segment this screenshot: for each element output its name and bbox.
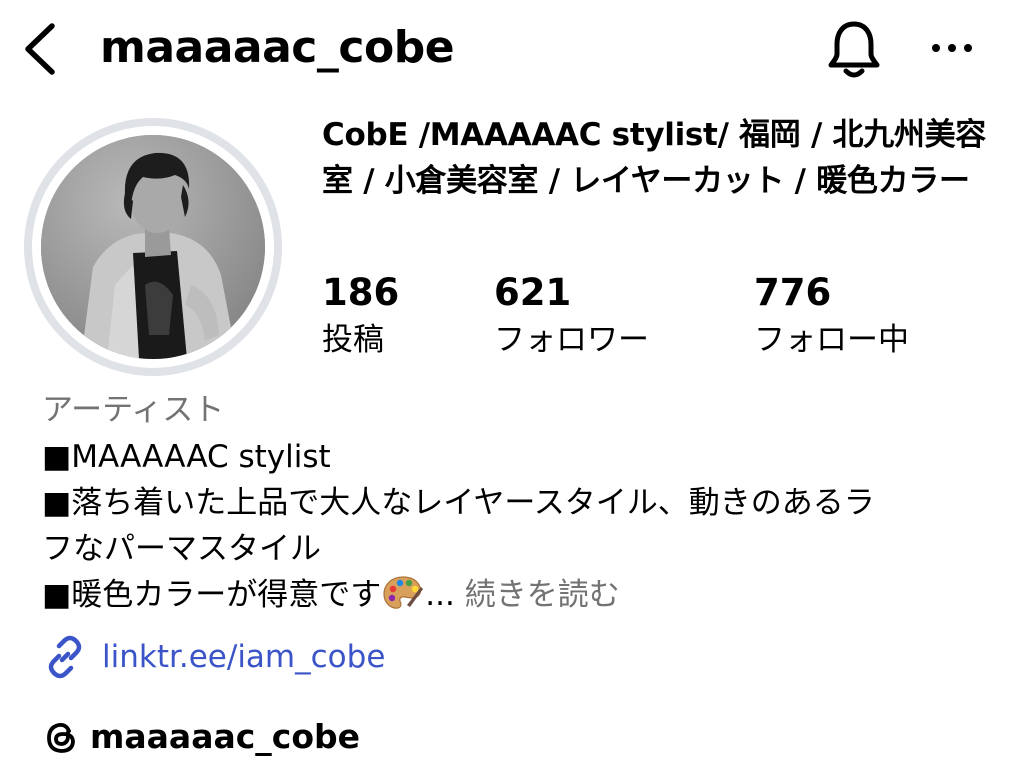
followers-stat[interactable]: 621 フォロワー (494, 270, 649, 362)
profile-photo (41, 135, 265, 359)
bio-line: ■MAAAAAC stylist (42, 439, 331, 475)
notifications-button[interactable] (820, 14, 888, 82)
posts-stat[interactable]: 186 投稿 (322, 270, 399, 362)
link-text[interactable]: linktr.ee/iam_cobe (102, 634, 385, 680)
bio-ellipsis: ... (425, 577, 455, 613)
external-link[interactable]: linktr.ee/iam_cobe (42, 634, 385, 680)
threads-username: maaaaac_cobe (90, 717, 361, 756)
artist-palette-icon (383, 575, 424, 624)
chevron-left-icon (25, 23, 55, 75)
threads-icon (47, 722, 75, 753)
more-options-button[interactable] (922, 26, 982, 70)
threads-badge[interactable]: maaaaac_cobe (42, 714, 360, 760)
bio-line: フなパーマスタイル (42, 531, 321, 567)
bell-icon (828, 21, 880, 78)
profile-page: maaaaac_cobe CobE /MAAAAAC stylist/ 福岡 /… (0, 0, 1024, 761)
posts-count: 186 (322, 271, 400, 314)
following-stat[interactable]: 776 フォロー中 (754, 270, 909, 362)
avatar[interactable] (41, 135, 265, 359)
bio-line: ■落ち着いた上品で大人なレイヤースタイル、動きのあるラ (42, 485, 875, 521)
following-count: 776 (754, 271, 832, 314)
display-name: CobE /MAAAAAC stylist/ 福岡 / 北九州美容室 / 小倉美… (322, 117, 987, 199)
followers-label: フォロワー (494, 322, 649, 358)
read-more-link[interactable]: 続きを読む (465, 577, 620, 613)
header-username: maaaaac_cobe (100, 22, 455, 73)
following-label: フォロー中 (754, 322, 909, 358)
back-button[interactable] (18, 20, 68, 78)
more-horizontal-icon (932, 44, 972, 52)
link-icon (48, 635, 82, 679)
bio-text: ■暖色カラーが得意です (42, 577, 382, 613)
avatar-story-ring[interactable] (24, 118, 282, 376)
bio-line-last: ■暖色カラーが得意です ... 続きを読む (42, 572, 992, 624)
followers-count: 621 (494, 271, 572, 314)
posts-label: 投稿 (322, 322, 384, 358)
category-label: アーティスト (42, 392, 225, 428)
bio: ■MAAAAAC stylist ■落ち着いた上品で大人なレイヤースタイル、動き… (42, 434, 992, 624)
